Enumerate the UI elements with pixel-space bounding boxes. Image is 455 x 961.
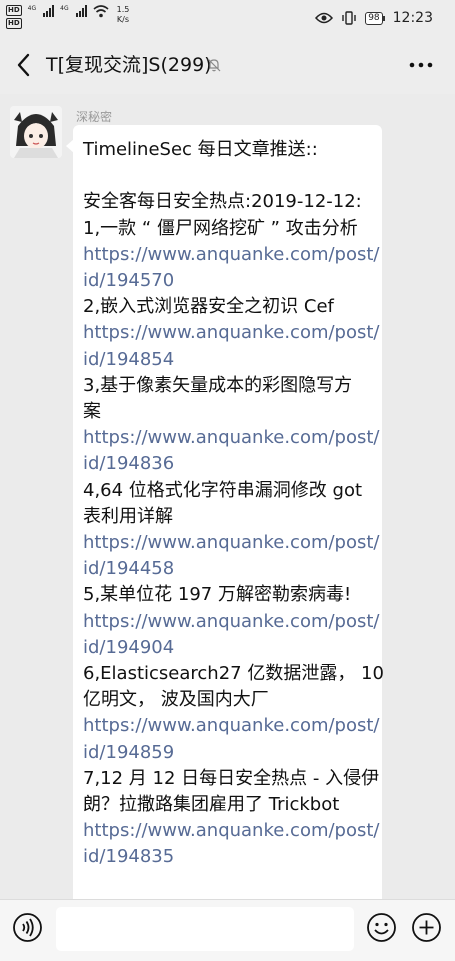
message-link[interactable]: id/194570: [83, 268, 382, 294]
message-text-line: 亿明文， 波及国内大厂: [83, 689, 269, 711]
message-link[interactable]: id/194854: [83, 347, 382, 373]
eye-icon: [315, 12, 334, 24]
chat-header: T[复现交流]S(299): [0, 38, 455, 94]
more-options-icon[interactable]: [409, 62, 433, 68]
message-link[interactable]: https://www.anquanke.com/post/: [83, 425, 382, 451]
message-text-line: 6,Elasticsearch27 亿数据泄露， 10: [83, 663, 384, 685]
system-indicators: 98 12:23: [315, 10, 433, 26]
message-list[interactable]: 深秘密 TimelineSec 每日文章推送:: 安全客每日安全热点:2019-1…: [0, 94, 455, 899]
input-bar: [0, 899, 455, 961]
sender-name: 深秘密: [76, 110, 113, 124]
message-text-line: 5,某单位花 197 万解密勒索病毒!: [83, 584, 352, 606]
battery-icon: 98: [365, 11, 385, 25]
network-indicators: HD HD 4G 4G 1.5 K/s: [6, 5, 129, 29]
plus-icon[interactable]: [411, 912, 442, 943]
message-link[interactable]: https://www.anquanke.com/post/: [83, 713, 382, 739]
message-text-line: 安全客每日安全热点:2019-12-12:: [83, 191, 362, 213]
emoji-icon[interactable]: [366, 912, 397, 943]
message-text-line: 表利用详解: [83, 505, 173, 527]
message-link[interactable]: id/194904: [83, 635, 382, 661]
hd-badge: HD: [6, 18, 22, 29]
hd-badge: HD: [6, 5, 22, 16]
message-link[interactable]: id/194458: [83, 556, 382, 582]
message-link[interactable]: id/194859: [83, 740, 382, 766]
back-arrow-icon[interactable]: [14, 52, 34, 78]
net-speed: 1.5 K/s: [117, 5, 130, 25]
net-speed-unit: K/s: [116, 15, 130, 24]
message-text-line: [83, 163, 382, 189]
sender-avatar[interactable]: [10, 106, 62, 158]
avatar-image: [10, 106, 62, 158]
message-text-line: 2,嵌入式浏览器安全之初识 Cef: [83, 296, 334, 318]
wifi-icon: [93, 5, 109, 18]
message-link[interactable]: https://www.anquanke.com/post/: [83, 818, 382, 844]
message-link[interactable]: https://www.anquanke.com/post/: [83, 320, 382, 346]
battery-level: 98: [365, 11, 383, 25]
message-link[interactable]: id/194836: [83, 451, 382, 477]
message-text-line: TimelineSec 每日文章推送::: [83, 139, 318, 160]
message-text-line: 7,12 月 12 日每日安全热点 - 入侵伊: [83, 767, 380, 789]
mute-bell-icon: [207, 58, 221, 72]
message-link[interactable]: id/194835: [83, 844, 382, 870]
message-text-line: 4,64 位格式化字符串漏洞修改 got: [83, 479, 363, 501]
message-link[interactable]: https://www.anquanke.com/post/: [83, 609, 382, 635]
voice-icon[interactable]: [12, 912, 43, 943]
message-link[interactable]: https://www.anquanke.com/post/: [83, 242, 382, 268]
signal-icon: [75, 5, 87, 17]
message-text-line: 朗？拉撒路集团雇用了 Trickbot: [83, 794, 340, 816]
message-text-line: 案: [83, 401, 101, 423]
signal-icon: [43, 5, 55, 17]
message-text-line: 1,一款 “ 僵尸网络挖矿 ” 攻击分析: [83, 217, 358, 239]
network-type: 4G: [27, 5, 37, 12]
message-link[interactable]: https://www.anquanke.com/post/: [83, 530, 382, 556]
status-bar: HD HD 4G 4G 1.5 K/s 98 12:23: [0, 0, 455, 38]
message-input[interactable]: [56, 907, 354, 951]
net-speed-value: 1.5: [116, 5, 130, 14]
hd-badges: HD HD: [6, 5, 22, 29]
clock: 12:23: [392, 10, 433, 26]
vibrate-icon: [342, 11, 356, 25]
chat-title: T[复现交流]S(299): [46, 54, 212, 76]
network-type: 4G: [60, 5, 69, 12]
message-bubble[interactable]: TimelineSec 每日文章推送:: 安全客每日安全热点:2019-12-12…: [66, 125, 384, 899]
message-text-line: 3,基于像素矢量成本的彩图隐写方: [83, 374, 353, 396]
